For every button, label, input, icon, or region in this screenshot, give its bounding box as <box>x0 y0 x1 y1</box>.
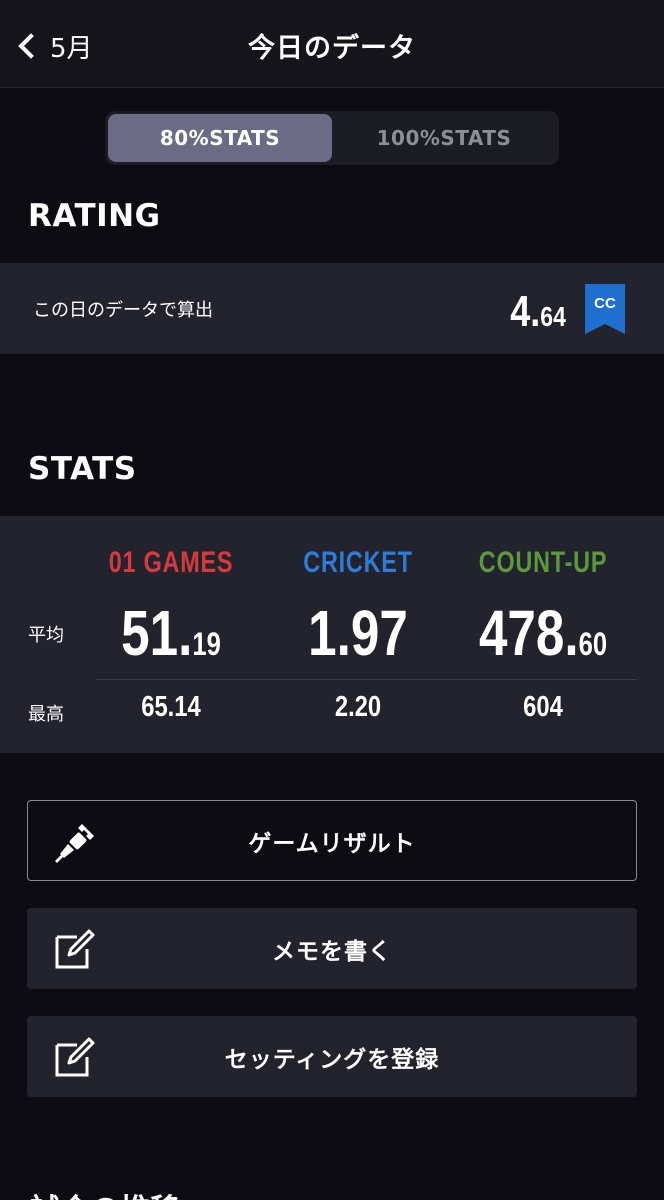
avg-01-games-dec: 19 <box>192 626 221 662</box>
col-head-01-games: 01 GAMES <box>108 546 234 579</box>
rating-section-title: RATING <box>28 198 161 234</box>
rating-label: この日のデータで算出 <box>33 300 213 321</box>
stats-divider <box>96 679 637 680</box>
nav-header: 5月 今日のデータ <box>0 0 664 88</box>
avg-cricket: 1.97 <box>270 596 446 670</box>
game-result-button[interactable]: ゲームリザルト <box>27 800 637 881</box>
edit-icon <box>55 1037 95 1077</box>
stats-mode-toggle: 80%STATS 100%STATS <box>105 111 559 165</box>
rating-flag-icon: CC <box>585 284 625 334</box>
edit-icon <box>55 929 95 969</box>
dart-icon <box>55 824 94 863</box>
avg-label: 平均 <box>28 625 64 646</box>
write-memo-button[interactable]: メモを書く <box>27 908 637 989</box>
write-memo-label: メモを書く <box>272 938 392 965</box>
register-setting-label: セッティングを登録 <box>224 1046 440 1073</box>
col-head-count-up: COUNT-UP <box>478 546 608 579</box>
rating-value-int: 4. <box>510 287 541 336</box>
next-section-title: 試合の推移 <box>30 1185 180 1200</box>
max-label: 最高 <box>28 704 64 725</box>
register-setting-button[interactable]: セッティングを登録 <box>27 1016 637 1097</box>
game-result-label: ゲームリザルト <box>248 830 416 857</box>
avg-count-up: 478.60 <box>455 596 631 670</box>
rating-value-dec: 64 <box>540 301 566 332</box>
stats-panel: 01 GAMES CRICKET COUNT-UP 平均 51.19 1.97 … <box>0 516 664 753</box>
rating-value: 4.64 <box>510 287 566 337</box>
avg-01-games-int: 51. <box>121 597 193 669</box>
stats-section-title: STATS <box>28 451 137 487</box>
avg-count-up-dec: 60 <box>578 626 608 662</box>
tab-100-stats[interactable]: 100%STATS <box>332 114 556 162</box>
page-title: 今日のデータ <box>248 33 416 64</box>
col-head-cricket: CRICKET <box>303 546 413 579</box>
avg-count-up-int: 478. <box>478 597 579 669</box>
rating-row: この日のデータで算出 4.64 <box>0 263 664 354</box>
tab-80-stats[interactable]: 80%STATS <box>108 114 332 162</box>
max-count-up: 604 <box>523 691 563 723</box>
avg-cricket-int: 1.97 <box>308 597 408 669</box>
avg-01-games: 51.19 <box>83 596 259 670</box>
rating-flag-text: CC <box>594 295 616 312</box>
max-01-games: 65.14 <box>141 691 201 723</box>
max-cricket: 2.20 <box>334 691 382 723</box>
